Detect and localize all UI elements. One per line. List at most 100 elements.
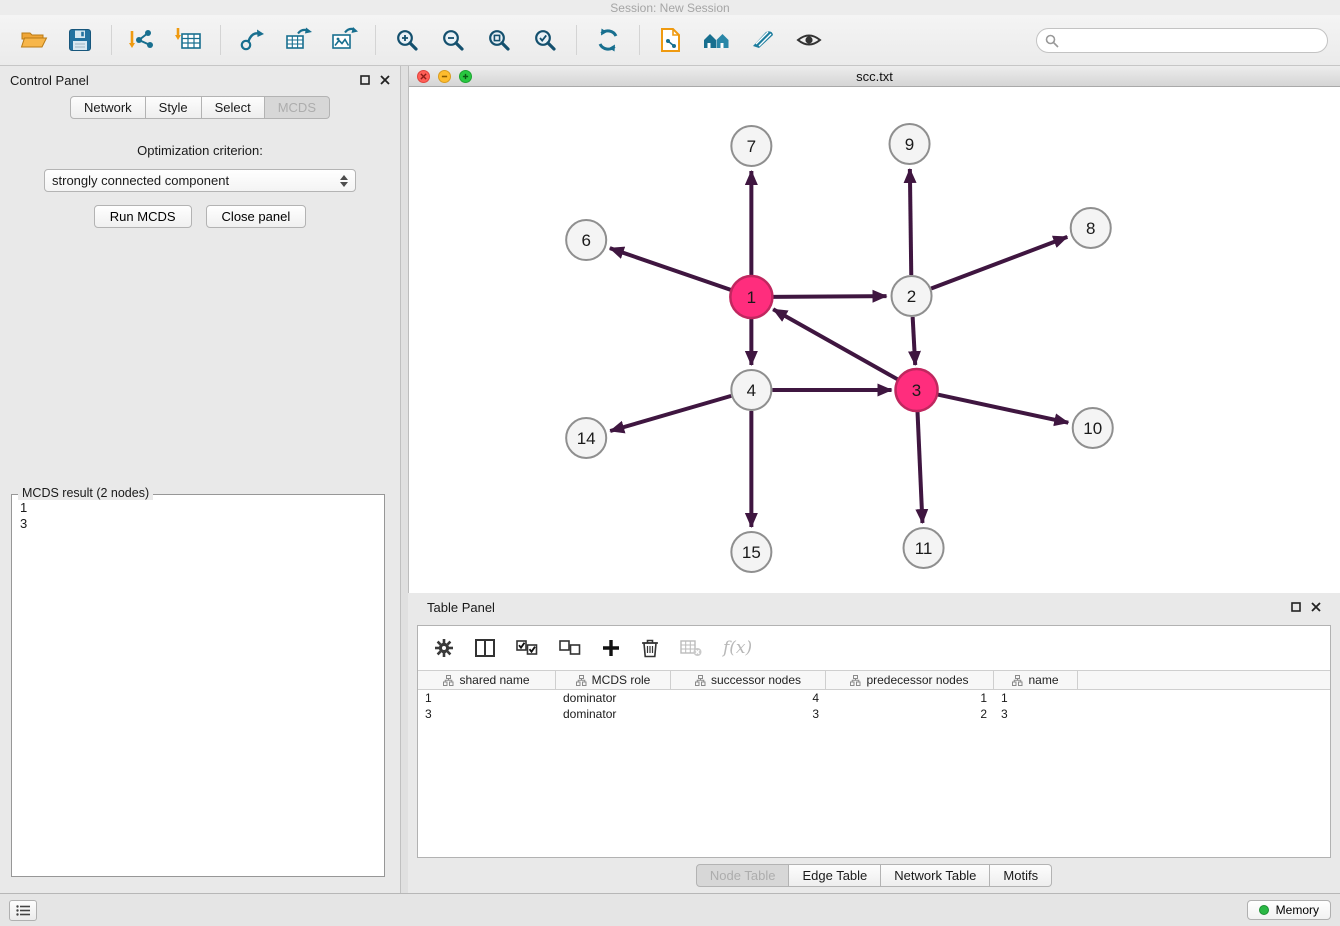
close-window-button[interactable] xyxy=(417,70,430,83)
zoom-selected-button[interactable] xyxy=(523,19,567,61)
optimization-criterion-label: Optimization criterion: xyxy=(0,143,400,158)
graph-node-10[interactable]: 10 xyxy=(1073,408,1113,448)
visual-style-button[interactable] xyxy=(741,19,785,61)
save-floppy-icon xyxy=(68,28,92,52)
table-row[interactable]: 3dominator323 xyxy=(418,706,1330,722)
control-tab-select[interactable]: Select xyxy=(202,96,265,119)
import-table-button[interactable] xyxy=(167,19,211,61)
graph-node-4[interactable]: 4 xyxy=(731,370,771,410)
graph-node-14[interactable]: 14 xyxy=(566,418,606,458)
table-tab-network-table[interactable]: Network Table xyxy=(881,864,990,887)
close-panel-icon[interactable] xyxy=(380,75,390,85)
apply-layout-button[interactable] xyxy=(586,19,630,61)
search-input[interactable] xyxy=(1036,28,1328,53)
cell-shared-name[interactable]: 3 xyxy=(418,706,556,722)
export-image-button[interactable] xyxy=(322,19,366,61)
graph-node-3[interactable]: 3 xyxy=(896,369,938,411)
add-column-button[interactable] xyxy=(602,639,620,657)
zoom-out-button[interactable] xyxy=(431,19,475,61)
table-tab-node-table[interactable]: Node Table xyxy=(696,864,790,887)
toolbar-separator xyxy=(111,25,112,55)
table-row[interactable]: 1dominator411 xyxy=(418,690,1330,706)
cell-name[interactable]: 1 xyxy=(994,690,1078,706)
graph-node-6[interactable]: 6 xyxy=(566,220,606,260)
edge-3-to-10[interactable] xyxy=(937,394,1068,422)
search-box xyxy=(1036,28,1328,53)
edge-3-to-11[interactable] xyxy=(917,411,922,523)
optimization-dropdown-value: strongly connected component xyxy=(52,173,229,188)
select-all-button[interactable] xyxy=(516,640,538,656)
run-mcds-button[interactable]: Run MCDS xyxy=(94,205,192,228)
edge-2-to-3[interactable] xyxy=(913,317,916,365)
graph-node-11[interactable]: 11 xyxy=(904,528,944,568)
node-table-container: f(x) shared nameMCDS rolesuccessor nodes… xyxy=(417,625,1331,858)
edge-1-to-2[interactable] xyxy=(772,296,886,297)
svg-text:7: 7 xyxy=(747,137,756,156)
cell-name[interactable]: 3 xyxy=(994,706,1078,722)
edge-1-to-6[interactable] xyxy=(610,248,732,290)
network-from-document-button[interactable] xyxy=(649,19,693,61)
right-column: scc.txt 7968124314101511 Table Panel xyxy=(401,66,1340,893)
edge-4-to-14[interactable] xyxy=(610,396,731,431)
graph-node-8[interactable]: 8 xyxy=(1071,208,1111,248)
search-icon xyxy=(1045,34,1059,48)
control-tab-mcds[interactable]: MCDS xyxy=(265,96,330,119)
close-panel-button[interactable]: Close panel xyxy=(206,205,307,228)
column-header-mcds-role[interactable]: MCDS role xyxy=(556,671,671,689)
save-session-button[interactable] xyxy=(58,19,102,61)
task-history-button[interactable] xyxy=(9,900,37,921)
zoom-selected-icon xyxy=(533,28,557,52)
table-tab-edge-table[interactable]: Edge Table xyxy=(789,864,881,887)
delete-column-button[interactable] xyxy=(641,638,659,658)
column-header-predecessor-nodes[interactable]: predecessor nodes xyxy=(826,671,994,689)
minimize-window-button[interactable] xyxy=(438,70,451,83)
memory-button[interactable]: Memory xyxy=(1247,900,1331,920)
deselect-all-button[interactable] xyxy=(559,640,581,656)
cell-successor-nodes[interactable]: 4 xyxy=(671,690,826,706)
column-header-shared-name[interactable]: shared name xyxy=(418,671,556,689)
zoom-fit-button[interactable] xyxy=(477,19,521,61)
table-tab-motifs[interactable]: Motifs xyxy=(990,864,1052,887)
float-table-panel-icon[interactable] xyxy=(1291,602,1301,612)
edge-2-to-8[interactable] xyxy=(931,237,1067,289)
graph-node-7[interactable]: 7 xyxy=(731,126,771,166)
graph-node-9[interactable]: 9 xyxy=(890,124,930,164)
cell-shared-name[interactable]: 1 xyxy=(418,690,556,706)
cell-predecessor-nodes[interactable]: 1 xyxy=(826,690,994,706)
column-header-successor-nodes[interactable]: successor nodes xyxy=(671,671,826,689)
graph-node-1[interactable]: 1 xyxy=(730,276,772,318)
close-table-panel-icon[interactable] xyxy=(1311,602,1321,612)
column-header-name[interactable]: name xyxy=(994,671,1078,689)
edge-2-to-9[interactable] xyxy=(910,169,911,275)
import-network-icon xyxy=(129,27,157,53)
trash-icon xyxy=(641,638,659,658)
first-neighbors-button[interactable] xyxy=(695,19,739,61)
mcds-result-line: 3 xyxy=(20,516,376,532)
edge-3-to-1[interactable] xyxy=(773,309,898,379)
control-tab-network[interactable]: Network xyxy=(70,96,146,119)
zoom-fit-icon xyxy=(487,28,511,52)
status-bar: Memory xyxy=(0,893,1340,926)
graph-node-2[interactable]: 2 xyxy=(892,276,932,316)
svg-text:8: 8 xyxy=(1086,219,1095,238)
plus-icon xyxy=(602,639,620,657)
show-hide-button[interactable] xyxy=(787,19,831,61)
cell-successor-nodes[interactable]: 3 xyxy=(671,706,826,722)
cell-mcds-role[interactable]: dominator xyxy=(556,690,671,706)
open-session-button[interactable] xyxy=(12,19,56,61)
table-settings-button[interactable] xyxy=(434,638,454,658)
import-network-button[interactable] xyxy=(121,19,165,61)
optimization-dropdown[interactable]: strongly connected component xyxy=(44,169,356,192)
show-columns-button[interactable] xyxy=(475,639,495,657)
cell-mcds-role[interactable]: dominator xyxy=(556,706,671,722)
float-panel-icon[interactable] xyxy=(360,75,370,85)
maximize-window-button[interactable] xyxy=(459,70,472,83)
network-canvas[interactable]: 7 9 6 8 1 2 4 3 14 10 15 11 xyxy=(409,87,1340,593)
export-network-button[interactable] xyxy=(230,19,274,61)
graph-node-15[interactable]: 15 xyxy=(731,532,771,572)
zoom-in-button[interactable] xyxy=(385,19,429,61)
control-tab-style[interactable]: Style xyxy=(146,96,202,119)
cell-predecessor-nodes[interactable]: 2 xyxy=(826,706,994,722)
svg-text:14: 14 xyxy=(577,429,596,448)
export-table-button[interactable] xyxy=(276,19,320,61)
